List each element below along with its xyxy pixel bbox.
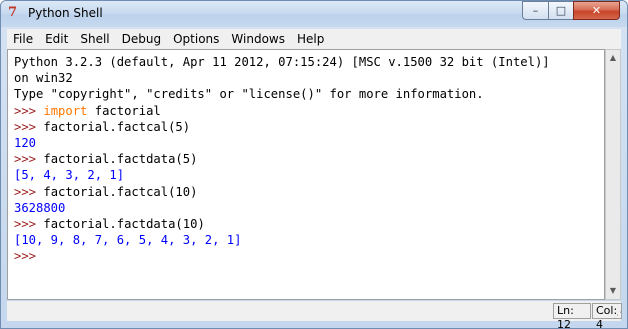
shell-prompt: >>> [14,119,44,134]
menu-help[interactable]: Help [291,29,330,49]
shell-line: >>> factorial.factdata(10) [14,216,604,232]
shell-line: >>> factorial.factcal(10) [14,184,604,200]
menu-shell[interactable]: Shell [74,29,115,49]
shell-line: >>> factorial.factcal(5) [14,119,604,135]
shell-line: 3628800 [14,200,604,216]
status-bar: Ln: 12 Col: 4 [7,301,622,328]
close-icon: ✕ [591,4,602,17]
menu-bar: File Edit Shell Debug Options Windows He… [7,29,621,49]
shell-prompt: >>> [14,184,44,199]
shell-line: Type "copyright", "credits" or "license(… [14,86,604,102]
maximize-icon: □ [555,4,567,17]
shell-line: 120 [14,135,604,151]
scroll-up-icon[interactable]: ▲ [606,50,620,66]
window-title: Python Shell [28,6,103,20]
menu-edit[interactable]: Edit [39,29,74,49]
shell-output[interactable]: Python 3.2.3 (default, Apr 11 2012, 07:1… [8,50,604,264]
output-text: 3628800 [14,200,66,215]
minimize-button[interactable]: – [522,1,549,20]
vertical-scrollbar[interactable]: ▲ ▼ [605,49,621,300]
keyword-text: import [43,103,88,118]
shell-text: factorial.factdata(10) [43,216,205,231]
close-button[interactable]: ✕ [573,1,620,20]
shell-text: on win32 [14,71,73,86]
shell-text: factorial.factcal(10) [43,184,198,199]
shell-line: >>> factorial.factdata(5) [14,151,604,167]
menu-file[interactable]: File [7,29,39,49]
shell-line: Python 3.2.3 (default, Apr 11 2012, 07:1… [14,54,604,70]
shell-prompt: >>> [14,152,44,167]
shell-line: [5, 4, 3, 2, 1] [14,167,604,183]
menu-windows[interactable]: Windows [225,29,291,49]
shell-text: factorial.factcal(5) [43,119,191,134]
menu-options[interactable]: Options [167,29,225,49]
menu-debug[interactable]: Debug [116,29,167,49]
python-shell-window: 7​ Python Shell – □ ✕ File Edit Shell De… [0,0,628,329]
maximize-button[interactable]: □ [548,1,574,20]
minimize-icon: – [532,4,539,17]
shell-prompt: >>> [14,103,44,118]
shell-prompt: >>> [14,216,44,231]
python-idle-icon: 7​ [8,5,18,20]
shell-text: factorial.factdata(5) [43,152,198,167]
shell-prompt: >>> [14,249,44,264]
title-bar[interactable]: 7​ Python Shell – □ ✕ [1,1,627,27]
shell-line: [10, 9, 8, 7, 6, 5, 4, 3, 2, 1] [14,232,604,248]
shell-text: Python 3.2.3 (default, Apr 11 2012, 07:1… [14,55,550,69]
output-text: [5, 4, 3, 2, 1] [14,168,125,183]
output-text: [10, 9, 8, 7, 6, 5, 4, 3, 2, 1] [14,233,242,248]
shell-line: on win32 [14,70,604,86]
shell-line: >>> import factorial [14,103,604,119]
line-number-status: Ln: 12 [553,303,591,328]
shell-line: >>> [14,248,604,264]
output-text: 120 [14,135,37,150]
scroll-down-icon[interactable]: ▼ [606,283,620,299]
resize-grip-icon[interactable]: ⋰ [613,311,623,321]
shell-text: factorial [87,103,161,118]
shell-text: Type "copyright", "credits" or "license(… [14,87,484,102]
shell-text-area[interactable]: Python 3.2.3 (default, Apr 11 2012, 07:1… [7,49,605,300]
